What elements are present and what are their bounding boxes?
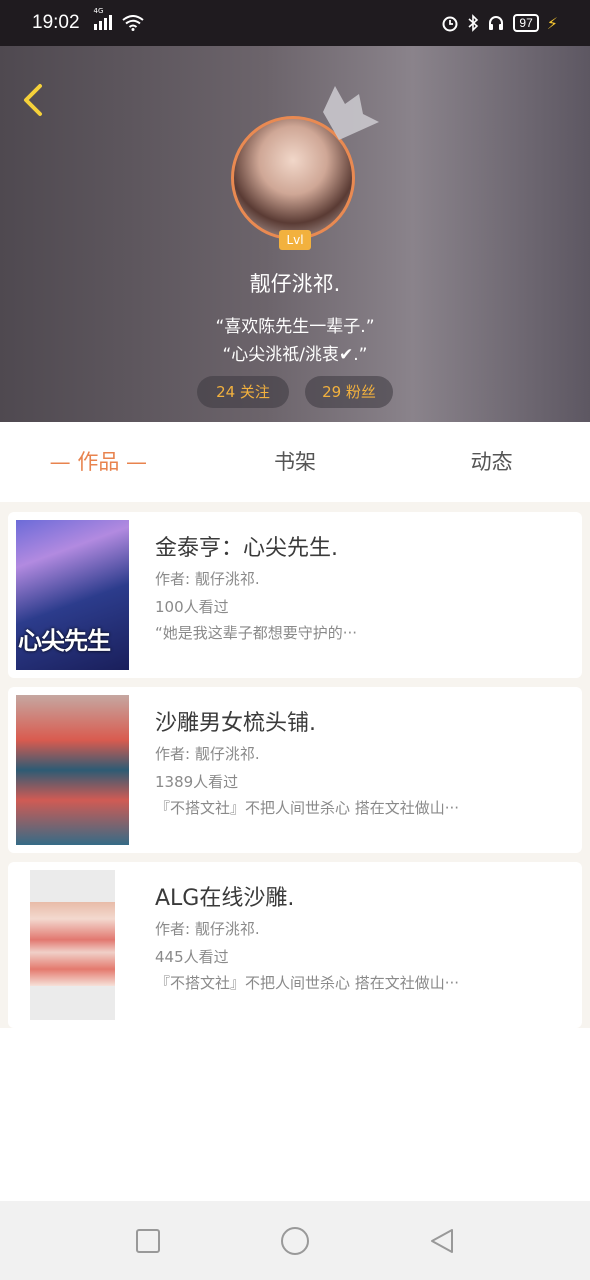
- book-author: 作者: 靓仔洮祁.: [155, 570, 260, 588]
- square-icon[interactable]: [134, 1227, 162, 1255]
- book-views: 100人看过: [155, 598, 229, 616]
- book-cover[interactable]: [16, 695, 129, 845]
- book-author: 作者: 靓仔洮祁.: [155, 745, 260, 763]
- charging-icon: ⚡: [546, 13, 558, 33]
- book-title[interactable]: 沙雕男女梳头铺.: [155, 705, 316, 737]
- book-title[interactable]: 金泰亨：心尖先生.: [155, 530, 338, 562]
- system-nav-bar: [0, 1201, 590, 1280]
- signal-icon: 4G: [93, 7, 112, 30]
- bluetooth-icon: [468, 14, 479, 32]
- list-item[interactable]: ALG在线沙雕. 作者: 靓仔洮祁. 445人看过 『不搭文社』不把人间世杀心 …: [8, 862, 582, 1028]
- following-count-button[interactable]: 24 关注: [197, 376, 289, 408]
- cover-title: 心尖先生: [18, 627, 111, 655]
- book-cover[interactable]: [30, 870, 115, 1020]
- book-author: 作者: 靓仔洮祁.: [155, 920, 260, 938]
- wifi-icon: [121, 15, 144, 31]
- list-item[interactable]: 沙雕男女梳头铺. 作者: 靓仔洮祁. 1389人看过 『不搭文社』不把人间世杀心…: [8, 687, 582, 853]
- crown-icon: [323, 86, 379, 140]
- bio-line: “喜欢陈先生一辈子.”: [215, 317, 375, 337]
- nickname: 靓仔洮祁.: [249, 272, 341, 296]
- list-item[interactable]: 心尖先生 金泰亨：心尖先生. 作者: 靓仔洮祁. 100人看过 “她是我这辈子都…: [8, 512, 582, 678]
- book-views: 445人看过: [155, 948, 229, 966]
- tab-bookshelf[interactable]: 书架: [197, 422, 394, 502]
- battery-indicator: 97: [513, 14, 539, 32]
- status-bar: 19:02 4G 97 ⚡: [0, 0, 590, 46]
- profile-header: Lvl 靓仔洮祁. “喜欢陈先生一辈子.” “心尖洮祇/洮衷✔.” 24 关注 …: [0, 46, 590, 422]
- tab-activity[interactable]: 动态: [393, 422, 590, 502]
- network-type: 4G: [93, 6, 104, 15]
- book-excerpt: 『不搭文社』不把人间世杀心 搭在文社做山···: [155, 799, 460, 817]
- chevron-left-icon[interactable]: [18, 82, 54, 118]
- bio-line: “心尖洮祇/洮衷✔.”: [222, 345, 368, 365]
- profile-tabs: — 作品 — 书架 动态: [0, 422, 590, 502]
- works-list: 心尖先生 金泰亨：心尖先生. 作者: 靓仔洮祁. 100人看过 “她是我这辈子都…: [0, 502, 590, 1028]
- book-excerpt: 『不搭文社』不把人间世杀心 搭在文社做山···: [155, 974, 460, 992]
- book-views: 1389人看过: [155, 773, 239, 791]
- book-cover[interactable]: 心尖先生: [16, 520, 129, 670]
- circle-icon[interactable]: [280, 1226, 310, 1256]
- headphones-icon: [489, 16, 504, 30]
- book-excerpt: “她是我这辈子都想要守护的···: [155, 624, 358, 642]
- avatar-container[interactable]: Lvl: [231, 86, 379, 250]
- status-time: 19:02: [32, 12, 80, 33]
- book-title[interactable]: ALG在线沙雕.: [155, 880, 294, 912]
- tab-works[interactable]: — 作品 —: [0, 422, 197, 502]
- alarm-icon: [442, 16, 458, 32]
- followers-count-button[interactable]: 29 粉丝: [305, 376, 393, 408]
- level-badge: Lvl: [279, 230, 311, 250]
- triangle-left-icon[interactable]: [428, 1227, 456, 1255]
